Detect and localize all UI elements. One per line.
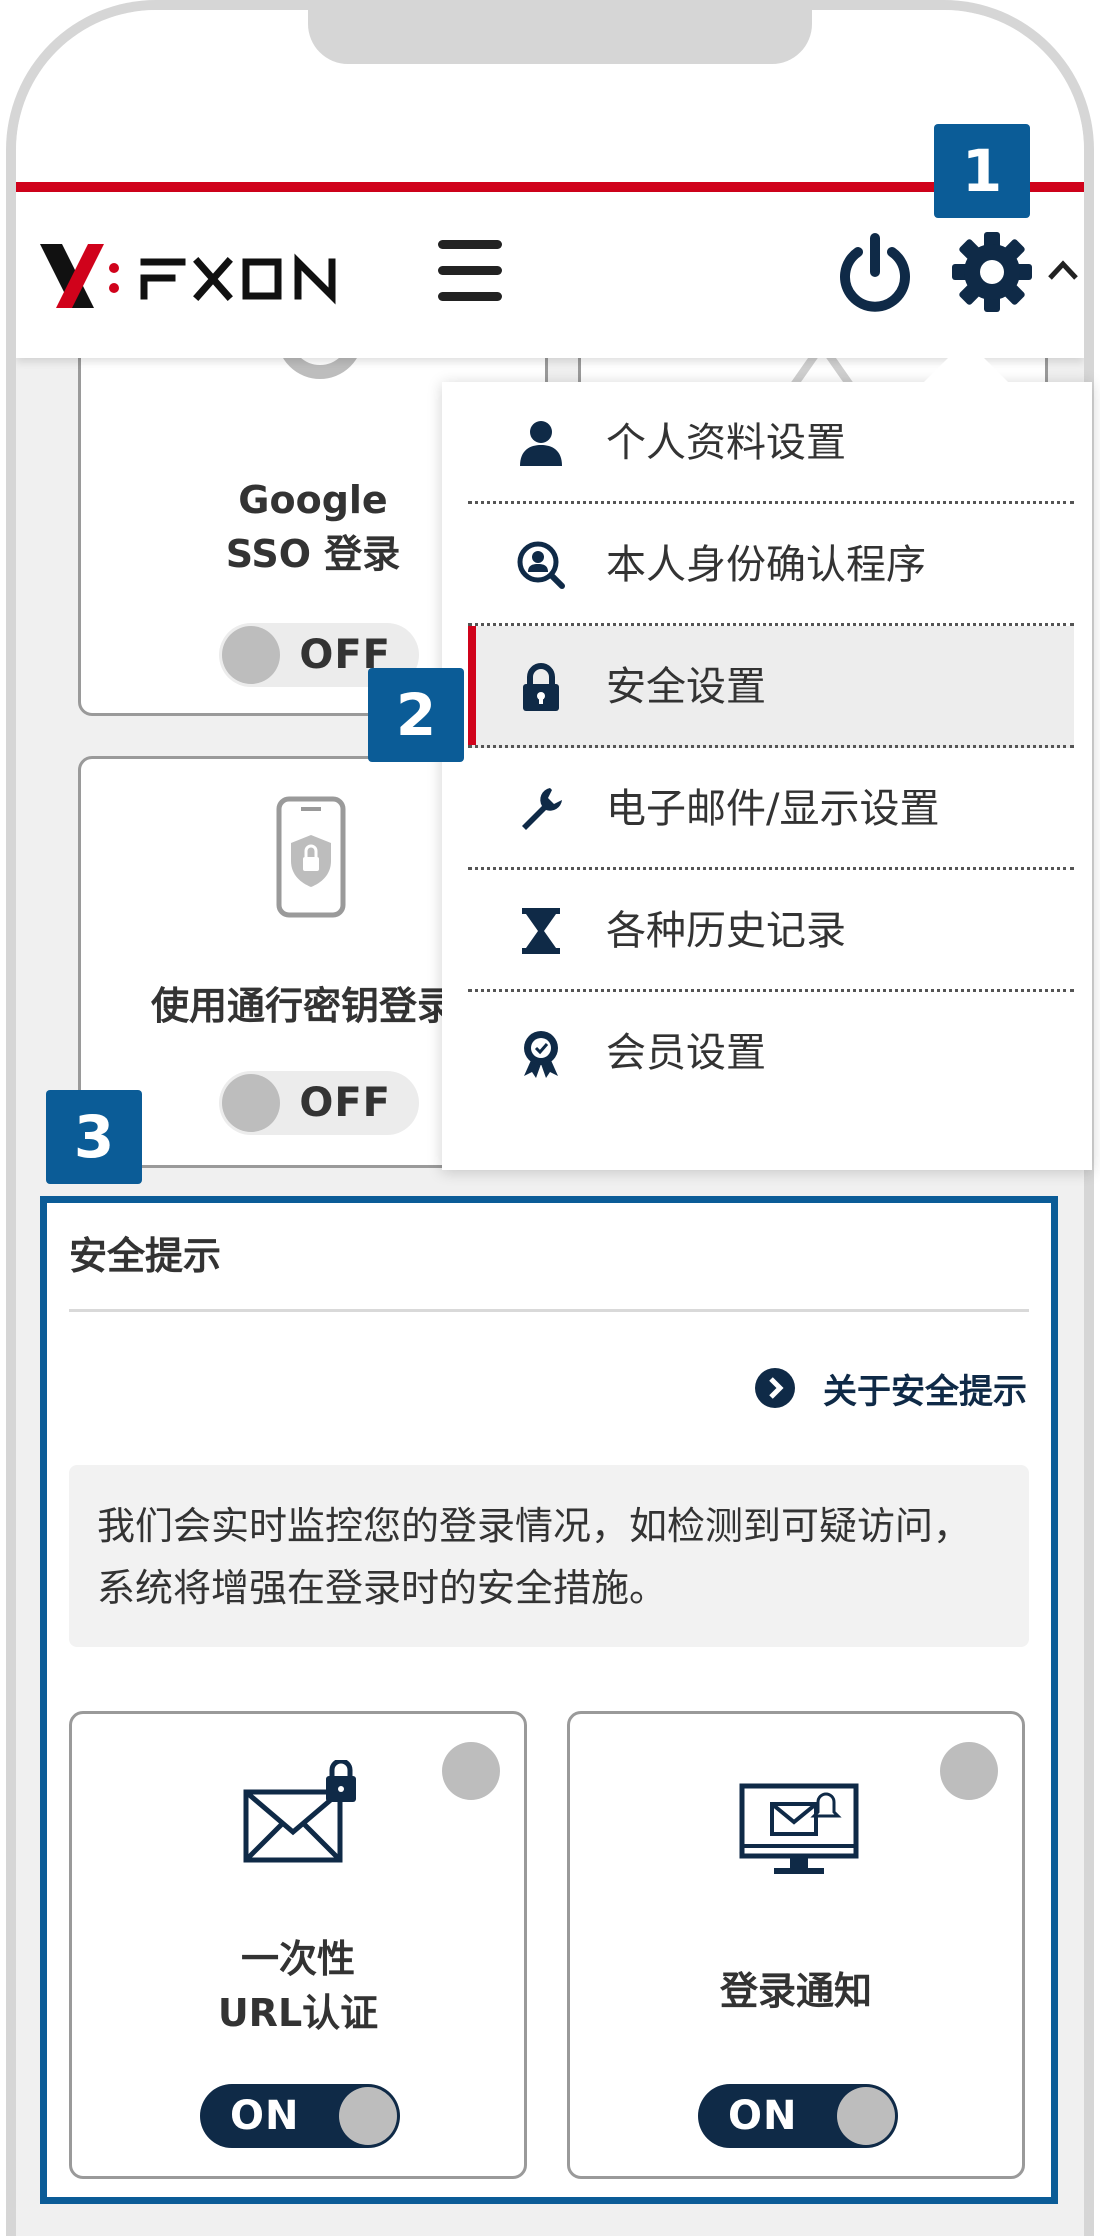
dropdown-item-label: 本人身份确认程序 xyxy=(606,542,926,588)
marker-3: 3 xyxy=(46,1090,142,1184)
dropdown-item-identity[interactable]: 本人身份确认程序 xyxy=(468,504,1074,626)
dropdown-item-label: 安全设置 xyxy=(606,664,766,710)
hamburger-menu-icon[interactable] xyxy=(438,240,502,301)
dropdown-caret xyxy=(922,340,1010,384)
one-time-url-toggle[interactable]: ON xyxy=(200,2084,400,2148)
power-icon[interactable] xyxy=(834,232,916,314)
one-time-url-title: 一次性 URL认证 xyxy=(217,1937,379,2035)
toggle-state-label: OFF xyxy=(299,1080,391,1126)
toggle-state-label: ON xyxy=(728,2093,798,2139)
security-tips-title: 安全提示 xyxy=(69,1234,222,1278)
person-icon xyxy=(520,421,562,466)
badge-icon xyxy=(524,1031,558,1078)
monitor-notification-icon xyxy=(739,1783,859,1874)
about-security-tips-label: 关于安全提示 xyxy=(823,1371,1027,1412)
dropdown-item-security[interactable]: 安全设置 xyxy=(468,626,1074,748)
hourglass-icon xyxy=(522,908,560,954)
passkey-toggle[interactable]: OFF xyxy=(219,1071,419,1135)
divider xyxy=(69,1309,1029,1312)
dropdown-item-profile[interactable]: 个人资料设置 xyxy=(468,382,1074,504)
settings-dropdown: 个人资料设置 本人身份确认程序 安全设置 电子邮件/显示设置 各种历史记录 会员… xyxy=(442,382,1092,1170)
toggle-knob xyxy=(837,2087,895,2145)
dropdown-item-label: 各种历史记录 xyxy=(606,908,846,954)
gear-icon[interactable] xyxy=(950,230,1034,314)
dropdown-item-history[interactable]: 各种历史记录 xyxy=(468,870,1074,992)
mail-lock-icon xyxy=(243,1760,356,1863)
toggle-knob xyxy=(339,2087,397,2145)
fxon-logo[interactable] xyxy=(32,238,392,314)
dropdown-item-membership[interactable]: 会员设置 xyxy=(468,992,1074,1114)
security-description: 我们会实时监控您的登录情况，如检测到可疑访问，系统将增强在登录时的安全措施。 xyxy=(69,1465,1029,1647)
login-notification-toggle[interactable]: ON xyxy=(698,2084,898,2148)
security-tips-panel: 安全提示 关于安全提示 我们会实时监控您的登录情况，如检测到可疑访问，系统将增强… xyxy=(40,1196,1058,2204)
lock-icon xyxy=(523,663,559,711)
wrench-icon xyxy=(522,788,562,830)
login-notification-title: 登录通知 xyxy=(719,1969,872,2013)
about-security-tips-link[interactable]: 关于安全提示 xyxy=(755,1363,1027,1413)
one-time-url-card: 一次性 URL认证 ON xyxy=(69,1711,527,2179)
info-bulb-icon[interactable] xyxy=(940,1742,998,1800)
phone-notch xyxy=(308,10,812,64)
toggle-knob xyxy=(222,1074,280,1132)
header-accent-line xyxy=(16,182,1084,192)
marker-1: 1 xyxy=(934,124,1030,218)
dropdown-item-label: 电子邮件/显示设置 xyxy=(606,786,940,832)
login-notification-card: 登录通知 ON xyxy=(567,1711,1025,2179)
identity-search-icon xyxy=(517,541,565,589)
info-bulb-icon[interactable] xyxy=(442,1742,500,1800)
dropdown-item-label: 会员设置 xyxy=(606,1030,766,1076)
phone-shield-icon xyxy=(276,796,346,918)
toggle-knob xyxy=(222,626,280,684)
chevron-up-icon[interactable] xyxy=(1046,254,1080,284)
dropdown-item-label: 个人资料设置 xyxy=(606,420,846,466)
passkey-title: 使用通行密钥登录 xyxy=(151,984,456,1028)
app-header xyxy=(16,192,1084,358)
dropdown-item-email-display[interactable]: 电子邮件/显示设置 xyxy=(468,748,1074,870)
chevron-right-circle-icon xyxy=(755,1368,795,1408)
marker-2: 2 xyxy=(368,668,464,762)
toggle-state-label: ON xyxy=(230,2093,300,2139)
